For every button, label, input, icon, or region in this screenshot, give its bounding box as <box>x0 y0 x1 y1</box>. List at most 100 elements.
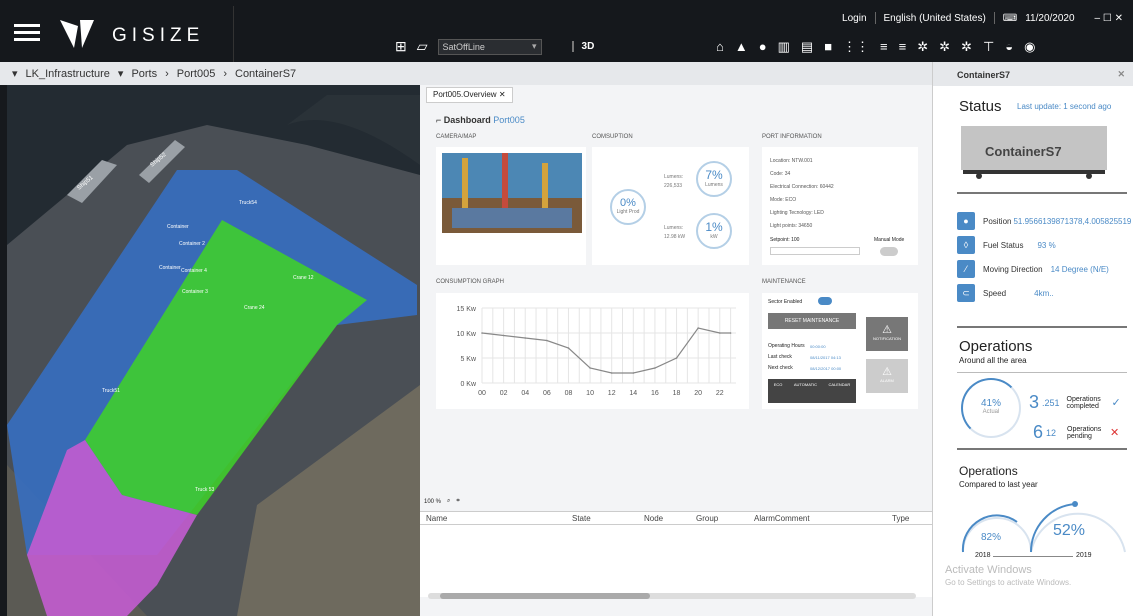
data-point <box>729 332 732 334</box>
position-icon: ● <box>957 212 975 230</box>
ops-completed-number: 3 <box>1029 392 1040 412</box>
ops-completed-label: Operations completed <box>1066 395 1101 410</box>
lumens-value: 226,533 <box>664 183 683 189</box>
grid-icon[interactable]: ⋮⋮ <box>843 40 869 54</box>
port-info-row: Location: NTW.001 <box>770 158 813 164</box>
total-pct: 0% <box>620 197 636 209</box>
zoom-select[interactable]: 100 % <box>424 499 441 505</box>
next-check-label: Next check <box>768 365 793 371</box>
map-source-select[interactable]: SatOffLine <box>437 38 542 55</box>
column-name[interactable]: Name <box>426 514 447 523</box>
fit-icon[interactable]: ⌗ <box>456 498 459 505</box>
crane-icon[interactable]: ⊤ <box>983 40 994 54</box>
actual-label: Actual <box>982 409 1000 415</box>
camera-card[interactable] <box>436 147 586 265</box>
actual-ring: 41% Actual <box>961 378 1021 438</box>
sector-label: Sector Enabled <box>768 299 803 305</box>
hierarchy-icon[interactable]: ⊞ <box>395 38 407 55</box>
kw-value: 12.98 kW <box>664 234 686 240</box>
y-tick-label: 0 Kw <box>460 381 477 388</box>
map-label-container: Container 2 <box>179 241 205 247</box>
map-label-container: Container 4 <box>181 268 207 274</box>
chart-icon[interactable]: ▥ <box>778 40 790 54</box>
maintenance-card: Sector Enabled RESET MAINTENANCE ⚠ NOTIFI… <box>762 293 918 409</box>
x-tick-label: 22 <box>716 390 724 397</box>
list-add-icon[interactable]: ≡ <box>880 40 888 54</box>
breadcrumb-item[interactable]: LK_Infrastructure <box>26 68 110 80</box>
3d-button[interactable]: 3D <box>571 41 594 52</box>
speed-label: Speed <box>983 288 1007 298</box>
close-icon[interactable]: ✕ <box>499 90 506 99</box>
sector-toggle[interactable] <box>818 297 832 305</box>
port-link[interactable]: Port005 <box>493 115 525 125</box>
port-info-list: Location: NTW.001 Code: 34 Electrical Co… <box>770 155 834 233</box>
data-point <box>546 339 548 342</box>
calendar-mode[interactable]: CALENDAR <box>828 382 850 403</box>
date-display: 11/20/2020 <box>1025 12 1075 24</box>
column-state[interactable]: State <box>572 514 591 523</box>
port-info-row: Code: 34 <box>770 171 791 177</box>
activation-watermark: Activate Windows <box>945 564 1032 576</box>
horizontal-scrollbar[interactable] <box>428 593 916 599</box>
series-line <box>481 327 731 374</box>
satellite-map[interactable]: Ship51 Ship52 Truck54 Container Containe… <box>7 85 420 616</box>
chevron-down-icon[interactable]: ▾ <box>12 67 18 80</box>
schedule-values: 00:00:00 08/11/2017 04:13 08/12/2017 00:00 <box>810 341 841 374</box>
manual-mode-label: Manual Mode <box>874 237 905 243</box>
kw-ring: 1% kW <box>696 213 732 249</box>
lumens-label: Lumens <box>705 182 723 188</box>
home-icon[interactable]: ⌂ <box>716 40 724 54</box>
bell-icon[interactable]: ● <box>759 40 767 54</box>
hamburger-menu-icon[interactable] <box>14 24 40 42</box>
detail-panel: ContainerS7 ✕ Status Last update: 1 secon… <box>932 62 1133 616</box>
window-controls[interactable]: – ☐ ✕ <box>1095 13 1123 24</box>
mode-bar: ECO AUTOMATIC CALENDAR <box>768 379 856 403</box>
language-selector[interactable]: English (United States) <box>884 13 986 24</box>
close-icon[interactable]: ✕ <box>1117 69 1125 80</box>
op-hours-value: 00:00:00 <box>810 344 826 349</box>
gear-icon[interactable]: ✲ <box>961 40 972 54</box>
gears-icon[interactable]: ✲ <box>939 40 950 54</box>
column-group[interactable]: Group <box>696 514 718 523</box>
x-tick-label: 20 <box>694 390 702 397</box>
logo-icon <box>58 18 96 53</box>
eco-mode[interactable]: ECO <box>774 382 783 403</box>
layers-icon[interactable]: ▱ <box>417 38 428 55</box>
automatic-mode[interactable]: AUTOMATIC <box>794 382 817 403</box>
user-icon[interactable]: ◉ <box>1024 40 1035 54</box>
data-point <box>481 332 483 334</box>
ops-completed-small: .251 <box>1042 397 1060 408</box>
chevron-down-icon[interactable]: ▾ <box>118 67 124 80</box>
breadcrumb-item[interactable]: ContainerS7 <box>235 68 296 80</box>
alarm-button[interactable]: ⚠ ALARM <box>866 359 908 393</box>
camera-image <box>442 153 582 233</box>
data-point <box>502 334 505 337</box>
data-point <box>697 327 699 329</box>
keyboard-icon[interactable]: ⌨ <box>1003 13 1017 24</box>
setpoint-select[interactable] <box>770 247 860 255</box>
warning-icon[interactable]: ▲ <box>735 40 748 54</box>
list-icon[interactable]: ≡ <box>899 40 907 54</box>
check-icon: ✓ <box>1111 397 1121 409</box>
position-value: 51.9566139871378,4.005825519 <box>1013 216 1132 226</box>
breadcrumb-item[interactable]: Ports <box>131 68 157 80</box>
gears-3d-icon[interactable]: ✲ <box>917 40 928 54</box>
camera-icon[interactable]: ■ <box>824 40 832 54</box>
column-node[interactable]: Node <box>644 514 663 523</box>
manual-mode-toggle[interactable] <box>880 247 898 256</box>
column-type[interactable]: Type <box>892 514 909 523</box>
warning-icon: ⚠ <box>882 324 892 336</box>
map-sidebar-edge <box>0 85 7 616</box>
reset-maintenance-button[interactable]: RESET MAINTENANCE <box>768 313 856 329</box>
breadcrumb-item[interactable]: Port005 <box>177 68 216 80</box>
tab-port-overview[interactable]: Port005.Overview ✕ <box>426 87 513 103</box>
cross-icon: ✕ <box>1110 427 1120 439</box>
column-alarm-comment[interactable]: AlarmComment <box>754 514 810 523</box>
report-icon[interactable]: ▤ <box>801 40 813 54</box>
search-icon[interactable]: ⌕ <box>447 498 450 505</box>
ship-icon[interactable]: ◒ <box>1005 40 1013 54</box>
data-point <box>718 332 721 334</box>
x-tick-label: 14 <box>629 390 637 397</box>
login-link[interactable]: Login <box>842 13 866 24</box>
notification-button[interactable]: ⚠ NOTIFICATION <box>866 317 908 351</box>
